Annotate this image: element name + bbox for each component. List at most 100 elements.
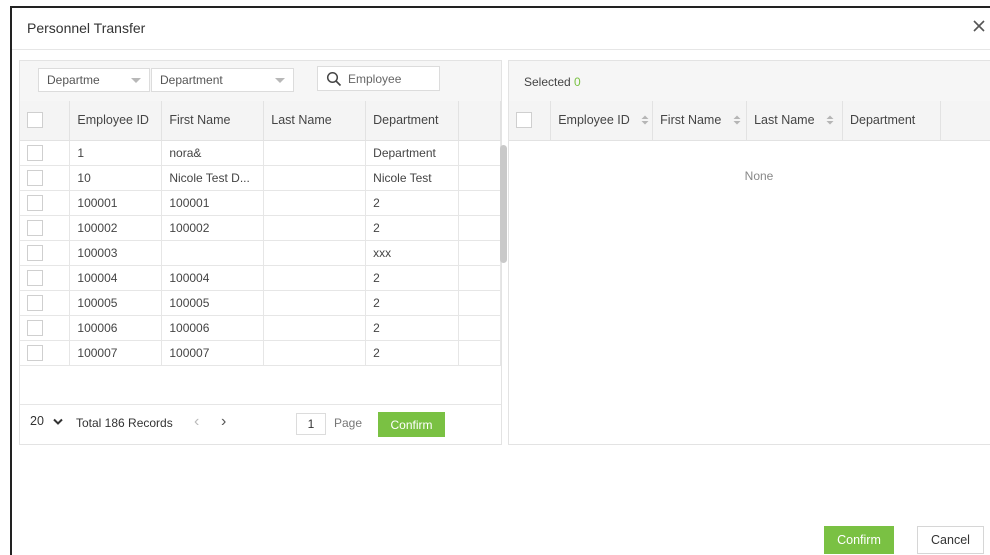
row-checkbox[interactable]: [27, 319, 43, 336]
table-row[interactable]: 100005 100005 2: [20, 290, 501, 316]
first-name-cell: 100001: [161, 190, 265, 216]
first-name-cell: 100004: [161, 265, 265, 291]
column-header-first-name[interactable]: First Name: [161, 101, 265, 141]
selected-table-wrap: Employee ID First Name Last Name Departm…: [509, 101, 990, 141]
row-checkbox-cell: [20, 190, 71, 216]
sort-icon[interactable]: [826, 114, 834, 128]
employee-id-cell: 1: [69, 140, 163, 166]
table-row[interactable]: 10 Nicole Test D... Nicole Test: [20, 165, 501, 191]
department-cell: 2: [365, 315, 460, 341]
employee-id-cell: 10: [69, 165, 163, 191]
spacer-cell: [458, 290, 501, 316]
table-row[interactable]: 100007 100007 2: [20, 340, 501, 366]
row-checkbox[interactable]: [27, 269, 43, 286]
selected-empty-text: None: [744, 169, 774, 183]
department-cell: Department: [365, 140, 460, 166]
row-checkbox[interactable]: [27, 194, 43, 211]
next-page-icon[interactable]: ›: [221, 413, 226, 431]
first-name-cell: 100002: [161, 215, 265, 241]
selected-column-last-name-label: Last Name: [754, 112, 815, 127]
row-checkbox[interactable]: [27, 169, 43, 186]
row-checkbox[interactable]: [27, 344, 43, 361]
department-cell: 2: [365, 290, 460, 316]
last-name-cell: [263, 290, 367, 316]
column-header-last-name[interactable]: Last Name: [263, 101, 367, 141]
table-row[interactable]: 100004 100004 2: [20, 265, 501, 291]
last-name-cell: [263, 240, 367, 266]
page-size-select[interactable]: 20: [30, 414, 64, 429]
selected-column-employee-id[interactable]: Employee ID: [550, 101, 654, 141]
column-header-employee-id[interactable]: Employee ID: [69, 101, 163, 141]
spacer-cell: [458, 165, 501, 191]
selected-select-all-cell: [509, 101, 552, 141]
selected-column-last-name[interactable]: Last Name: [746, 101, 843, 141]
page-number-input[interactable]: [296, 413, 326, 435]
row-checkbox-cell: [20, 340, 71, 366]
employee-search-box: [317, 66, 440, 91]
employee-table-scrollbar[interactable]: [500, 145, 507, 263]
spacer-cell: [458, 265, 501, 291]
selected-column-employee-id-label: Employee ID: [558, 112, 630, 127]
sort-icon[interactable]: [733, 114, 741, 128]
employee-id-cell: 100001: [69, 190, 163, 216]
column-header-department[interactable]: Department: [365, 101, 460, 141]
department-cell: Nicole Test: [365, 165, 460, 191]
last-name-cell: [263, 215, 367, 241]
select-all-checkbox[interactable]: [27, 112, 43, 129]
last-name-cell: [263, 265, 367, 291]
department-cell: 2: [365, 190, 460, 216]
selected-column-first-name[interactable]: First Name: [652, 101, 748, 141]
last-name-cell: [263, 140, 367, 166]
row-checkbox-cell: [20, 165, 71, 191]
employee-id-cell: 100006: [69, 315, 163, 341]
row-checkbox[interactable]: [27, 219, 43, 236]
last-name-cell: [263, 340, 367, 366]
previous-page-icon[interactable]: ‹: [194, 413, 199, 431]
filter-type-select[interactable]: Departme: [38, 68, 150, 92]
employee-list-panel: Departme Department Employee Employee ID…: [19, 60, 507, 445]
select-all-cell: [20, 101, 71, 141]
table-row[interactable]: 100002 100002 2: [20, 215, 501, 241]
selected-column-department[interactable]: Department: [842, 101, 941, 141]
page-confirm-button[interactable]: Confirm: [378, 412, 445, 437]
sort-icon[interactable]: [641, 114, 649, 128]
row-checkbox-cell: [20, 265, 71, 291]
close-icon[interactable]: [970, 17, 988, 35]
department-cell: 2: [365, 215, 460, 241]
cancel-button[interactable]: Cancel: [917, 526, 984, 554]
selected-panel: Selected 0 Employee ID First Name Last N…: [508, 60, 990, 445]
department-cell: xxx: [365, 240, 460, 266]
employee-search-input[interactable]: [348, 70, 436, 88]
employee-table-header: Employee ID First Name Last Name Departm…: [20, 101, 501, 141]
table-row[interactable]: 100001 100001 2: [20, 190, 501, 216]
row-checkbox[interactable]: [27, 244, 43, 261]
search-icon[interactable]: [326, 71, 342, 87]
selected-column-spacer: [940, 101, 990, 141]
employee-id-cell: 100004: [69, 265, 163, 291]
selected-text: Selected: [524, 75, 571, 89]
pagination-bar: 20 Total 186 Records ‹ › Page Confirm: [20, 404, 501, 444]
chevron-down-icon: [131, 78, 141, 83]
table-row[interactable]: 1 nora& Department: [20, 140, 501, 166]
filter-type-value: Departme: [47, 73, 100, 87]
department-cell: 2: [365, 265, 460, 291]
department-cell: 2: [365, 340, 460, 366]
selected-header: Selected 0: [509, 61, 990, 101]
spacer-cell: [458, 340, 501, 366]
table-row[interactable]: 100003 xxx: [20, 240, 501, 266]
table-row[interactable]: 100006 100006 2: [20, 315, 501, 341]
department-select[interactable]: Department: [151, 68, 294, 92]
dialog-title: Personnel Transfer: [27, 20, 146, 36]
department-select-value: Department: [160, 73, 223, 87]
row-checkbox[interactable]: [27, 294, 43, 311]
spacer-cell: [458, 240, 501, 266]
row-checkbox[interactable]: [27, 144, 43, 161]
chevron-down-icon: [275, 78, 285, 83]
row-checkbox-cell: [20, 140, 71, 166]
confirm-button[interactable]: Confirm: [824, 526, 894, 554]
selected-select-all-checkbox[interactable]: [516, 112, 532, 129]
spacer-cell: [458, 140, 501, 166]
employee-id-cell: 100007: [69, 340, 163, 366]
selected-table-header: Employee ID First Name Last Name Departm…: [509, 101, 990, 141]
spacer-cell: [458, 215, 501, 241]
